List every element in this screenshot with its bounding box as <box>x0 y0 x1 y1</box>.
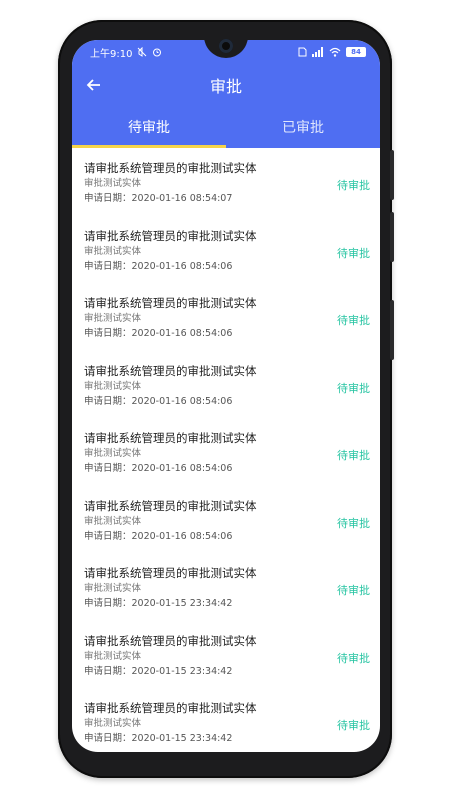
item-date: 申请日期：2020-01-16 08:54:06 <box>84 463 233 474</box>
status-badge: 待审批 <box>337 651 370 665</box>
item-title: 请审批系统管理员的审批测试实体 <box>84 161 257 175</box>
status-badge: 待审批 <box>337 246 370 260</box>
item-title: 请审批系统管理员的审批测试实体 <box>84 633 257 648</box>
power-button <box>390 300 394 360</box>
item-subtitle: 审批测试实体 <box>84 178 142 189</box>
front-camera <box>219 39 233 53</box>
mute-icon <box>137 47 147 57</box>
item-subtitle: 审批测试实体 <box>84 650 142 662</box>
list-item[interactable]: 请审批系统管理员的审批测试实体 审批测试实体 申请日期：2020-01-15 2… <box>72 688 380 752</box>
list-item[interactable]: 请审批系统管理员的审批测试实体 审批测试实体 申请日期：2020-01-16 0… <box>72 418 380 486</box>
status-badge: 待审批 <box>337 179 370 192</box>
list-item[interactable]: 请审批系统管理员的审批测试实体 审批测试实体 申请日期：2020-01-16 0… <box>72 486 380 554</box>
status-time: 上午9:10 <box>90 48 133 60</box>
tab-approved[interactable]: 已审批 <box>226 114 380 148</box>
list-item[interactable]: 请审批系统管理员的审批测试实体 审批测试实体 申请日期：2020-01-16 0… <box>72 351 380 419</box>
status-badge: 待审批 <box>337 449 370 462</box>
tab-approved-label: 已审批 <box>282 120 324 136</box>
tab-pending[interactable]: 待审批 <box>72 114 226 148</box>
status-badge: 待审批 <box>337 719 370 732</box>
item-title: 请审批系统管理员的审批测试实体 <box>84 431 257 445</box>
list-item[interactable]: 请审批系统管理员的审批测试实体 审批测试实体 申请日期：2020-01-16 0… <box>72 216 380 284</box>
list-item[interactable]: 请审批系统管理员的审批测试实体 审批测试实体 申请日期：2020-01-15 2… <box>72 621 380 689</box>
sim-icon <box>298 47 307 57</box>
item-title: 请审批系统管理员的审批测试实体 <box>84 701 257 715</box>
item-date: 申请日期：2020-01-15 23:34:42 <box>84 665 233 677</box>
status-badge: 待审批 <box>337 516 370 530</box>
item-title: 请审批系统管理员的审批测试实体 <box>84 566 257 580</box>
page-title: 审批 <box>209 77 242 96</box>
item-date: 申请日期：2020-01-16 08:54:07 <box>84 193 233 204</box>
title-bar: 审批 <box>72 68 380 102</box>
tab-bar: 待审批 已审批 <box>72 114 380 148</box>
item-date: 申请日期：2020-01-16 08:54:06 <box>84 328 233 339</box>
status-badge: 待审批 <box>337 381 370 395</box>
item-subtitle: 审批测试实体 <box>84 448 142 459</box>
item-subtitle: 审批测试实体 <box>84 313 142 324</box>
back-button[interactable] <box>84 75 104 95</box>
item-date: 申请日期：2020-01-16 08:54:06 <box>84 530 233 542</box>
item-subtitle: 审批测试实体 <box>84 245 142 257</box>
item-title: 请审批系统管理员的审批测试实体 <box>84 363 257 378</box>
list-item[interactable]: 请审批系统管理员的审批测试实体 审批测试实体 申请日期：2020-01-15 2… <box>72 553 380 621</box>
volume-up-button <box>390 150 394 200</box>
signal-icon <box>312 47 324 57</box>
item-subtitle: 审批测试实体 <box>84 718 142 729</box>
item-title: 请审批系统管理员的审批测试实体 <box>84 228 257 243</box>
item-date: 申请日期：2020-01-15 23:34:42 <box>84 733 233 744</box>
tab-pending-label: 待审批 <box>128 120 170 136</box>
screen: 上午9:10 84 审批 待审批 已审批 请审批系统管理员的审批测试实体 审批测… <box>72 40 380 752</box>
volume-down-button <box>390 212 394 262</box>
status-badge: 待审批 <box>337 584 370 597</box>
item-date: 申请日期：2020-01-15 23:34:42 <box>84 598 233 609</box>
item-subtitle: 审批测试实体 <box>84 583 142 594</box>
list-item[interactable]: 请审批系统管理员的审批测试实体 审批测试实体 申请日期：2020-01-16 0… <box>72 148 380 216</box>
item-date: 申请日期：2020-01-16 08:54:06 <box>84 260 233 272</box>
alarm-icon <box>152 47 162 57</box>
item-subtitle: 审批测试实体 <box>84 515 142 527</box>
item-date: 申请日期：2020-01-16 08:54:06 <box>84 395 233 407</box>
list-item[interactable]: 请审批系统管理员的审批测试实体 审批测试实体 申请日期：2020-01-16 0… <box>72 283 380 351</box>
item-title: 请审批系统管理员的审批测试实体 <box>84 296 257 310</box>
item-title: 请审批系统管理员的审批测试实体 <box>84 498 257 513</box>
status-badge: 待审批 <box>337 314 370 327</box>
arrow-left-icon <box>86 79 100 91</box>
approval-list: 请审批系统管理员的审批测试实体 审批测试实体 申请日期：2020-01-16 0… <box>72 148 380 752</box>
wifi-icon <box>329 47 341 57</box>
battery-icon: 84 <box>346 47 366 57</box>
item-subtitle: 审批测试实体 <box>84 380 142 392</box>
